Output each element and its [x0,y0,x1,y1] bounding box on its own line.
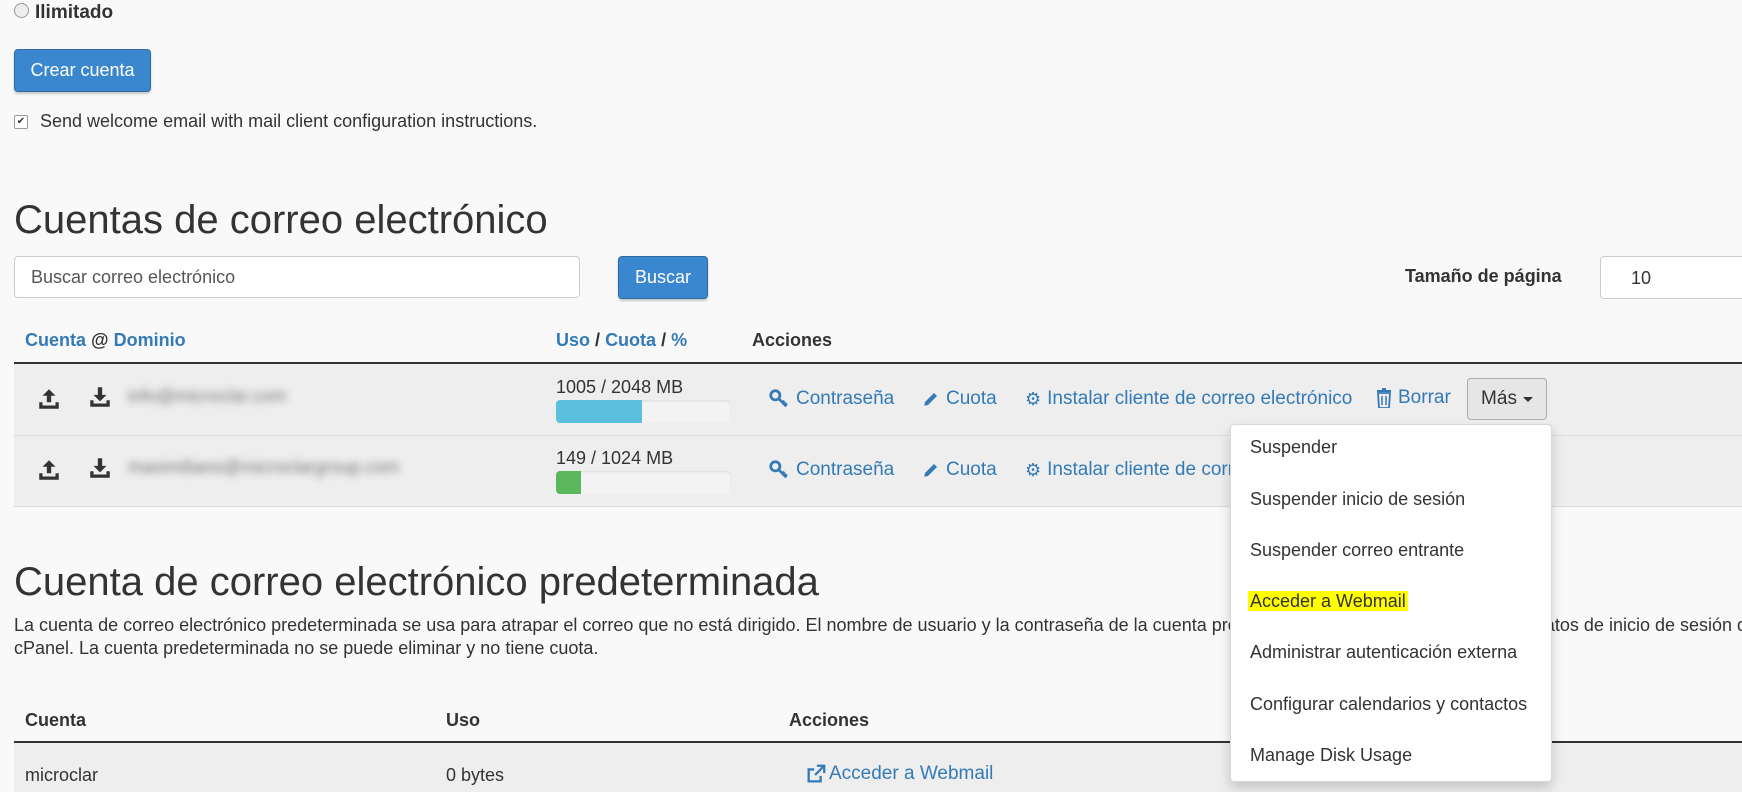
usage-bar-fill [556,471,582,494]
default-account-usage: 0 bytes [446,765,505,785]
usage-text: 149 / 1024 MB [556,448,674,468]
usage-text: 1005 / 2048 MB [556,377,684,397]
sort-domain-link[interactable]: Dominio [114,330,186,350]
gear-icon: ⚙ [1025,388,1042,409]
welcome-email-option[interactable]: ✔ Send welcome email with mail client co… [14,111,537,132]
install-client-link[interactable]: ⚙ Instalar cliente de correo electrónico [1025,388,1352,410]
unlimited-option[interactable]: Ilimitado [14,2,113,24]
key-icon [769,460,788,479]
default-actions-header: Acciones [789,710,870,730]
delete-link[interactable]: Borrar [1376,387,1451,409]
menu-item-suspend-login[interactable]: Suspender inicio de sesión [1250,489,1465,510]
quota-label: Cuota [946,459,997,480]
sort-percent-link[interactable]: % [671,330,687,350]
gear-icon: ⚙ [1025,459,1042,480]
separator: / [661,330,667,350]
usage-bar [556,400,731,423]
default-usage-header: Uso [446,710,481,730]
search-input[interactable] [14,256,580,298]
default-webmail-link[interactable]: Acceder a Webmail [805,763,993,785]
account-email: info@microclar.com [128,386,287,406]
actions-header: Acciones [752,330,833,350]
welcome-email-checkbox[interactable]: ✔ [14,114,28,129]
separator: / [595,330,601,350]
password-label: Contraseña [796,388,895,409]
install-client-label: Instalar cliente de corre [1047,459,1245,480]
more-label: Más [1481,388,1517,409]
default-account-header: Cuenta [25,710,87,730]
account-domain-header: Cuenta @ Dominio [25,330,186,351]
pencil-icon [924,464,937,477]
menu-item-suspend-incoming[interactable]: Suspender correo entrante [1250,540,1464,561]
upload-icon[interactable] [36,386,62,412]
at-sign: @ [91,330,109,350]
password-label: Contraseña [796,459,895,480]
trash-icon [1377,388,1391,408]
account-email: maximiliano@microclargroup.com [128,457,400,477]
page-size-select[interactable]: 10 [1600,256,1742,299]
unlimited-radio[interactable] [14,2,29,18]
unlimited-label: Ilimitado [35,2,114,23]
create-account-button[interactable]: Crear cuenta [14,49,151,92]
sort-usage-link[interactable]: Uso [556,330,590,350]
usage-bar [556,471,731,494]
caret-down-icon [1522,396,1533,402]
more-actions-dropdown: Suspender Suspender inicio de sesión Sus… [1230,424,1552,782]
menu-item-disk-usage[interactable]: Manage Disk Usage [1250,745,1412,766]
password-link[interactable]: Contraseña [768,388,894,410]
sort-account-link[interactable]: Cuenta [25,330,86,350]
menu-item-webmail[interactable]: Acceder a Webmail [1248,591,1408,612]
install-client-link[interactable]: ⚙ Instalar cliente de corre [1025,459,1245,481]
quota-link[interactable]: Cuota [922,459,997,481]
usage-bar-fill [556,400,642,423]
download-icon[interactable] [87,384,113,410]
quota-link[interactable]: Cuota [922,388,997,410]
menu-item-suspend[interactable]: Suspender [1250,437,1337,458]
menu-item-webmail-label: Acceder a Webmail [1248,591,1408,611]
menu-item-external-auth[interactable]: Administrar autenticación externa [1250,642,1517,663]
key-icon [769,389,788,408]
install-client-label: Instalar cliente de correo electrónico [1047,388,1353,409]
default-account-name: microclar [25,765,99,785]
search-button[interactable]: Buscar [618,256,708,299]
welcome-email-label: Send welcome email with mail client conf… [40,111,538,131]
external-link-icon [807,764,826,783]
email-accounts-title: Cuentas de correo electrónico [14,198,548,242]
delete-label: Borrar [1398,387,1451,408]
usage-quota-header: Uso / Cuota / % [556,330,687,351]
download-icon[interactable] [87,455,113,481]
default-account-title: Cuenta de correo electrónico predetermin… [14,560,819,604]
pencil-icon [924,393,937,406]
upload-icon[interactable] [36,457,62,483]
webmail-label: Acceder a Webmail [829,763,994,784]
page-size-label: Tamaño de página [1405,266,1562,286]
menu-item-calendars[interactable]: Configurar calendarios y contactos [1250,694,1527,715]
sort-quota-link[interactable]: Cuota [605,330,656,350]
password-link[interactable]: Contraseña [768,459,894,481]
quota-label: Cuota [946,388,997,409]
more-button[interactable]: Más [1467,378,1547,420]
